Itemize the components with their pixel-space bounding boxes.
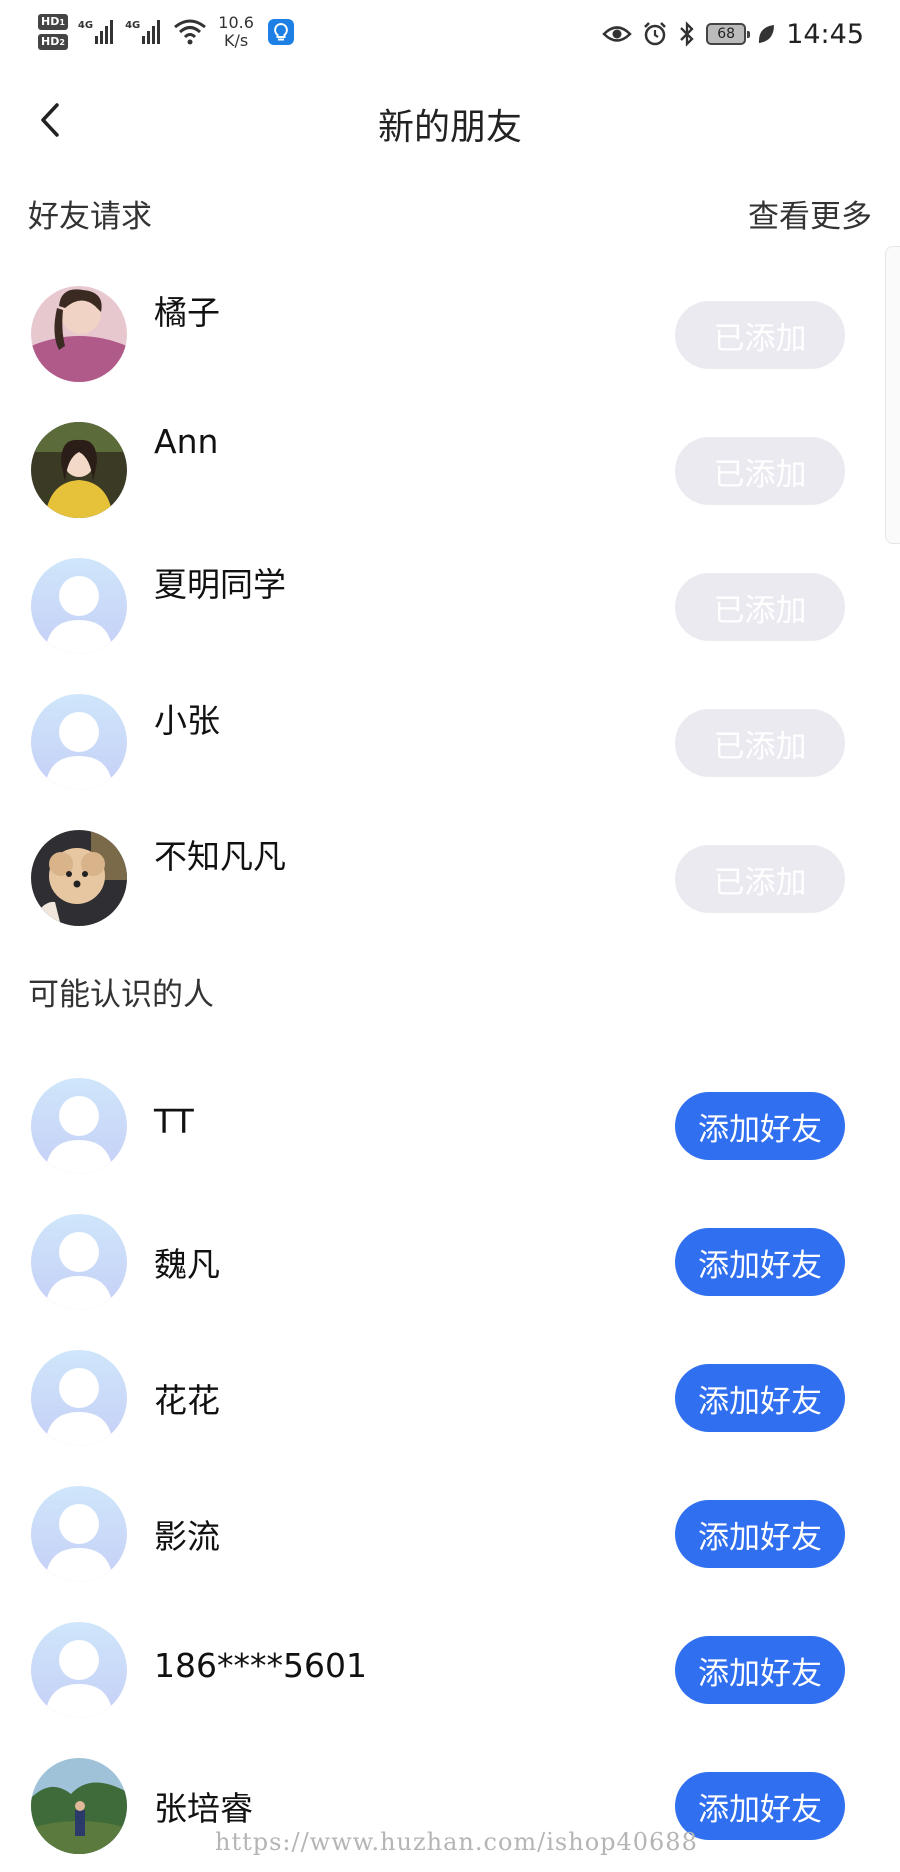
bluetooth-icon — [680, 21, 694, 47]
add-friend-button[interactable]: 添加好友 — [675, 1500, 845, 1568]
added-button: 已添加 — [675, 437, 845, 505]
add-friend-button[interactable]: 添加好友 — [675, 1092, 845, 1160]
avatar[interactable] — [31, 1078, 127, 1174]
avatar[interactable] — [31, 1350, 127, 1446]
nav-bar: 新的朋友 — [0, 70, 900, 170]
added-button: 已添加 — [675, 845, 845, 913]
signal-1-icon: 4G — [78, 20, 114, 44]
eye-icon — [602, 26, 632, 42]
avatar[interactable] — [31, 1486, 127, 1582]
signal-2-icon: 4G — [125, 20, 161, 44]
avatar[interactable] — [31, 1214, 127, 1310]
hd1-icon: HD1 — [38, 14, 68, 30]
clock: 14:45 — [786, 18, 864, 50]
hd2-icon: HD2 — [38, 34, 68, 50]
avatar[interactable] — [31, 1758, 127, 1854]
suggestions-label: 可能认识的人 — [28, 976, 214, 1013]
alarm-icon — [644, 22, 667, 46]
friend-request-row[interactable]: 夏明同学 已添加 — [0, 536, 900, 672]
page-title: 新的朋友 — [377, 107, 522, 148]
contact-name: 魏凡 — [154, 1245, 220, 1284]
friend-request-row[interactable]: 橘子 已添加 — [0, 264, 900, 400]
battery-icon: 68 — [706, 23, 751, 45]
suggestion-row[interactable]: 花花 添加好友 — [0, 1328, 900, 1464]
friend-request-row[interactable]: Ann 已添加 — [0, 400, 900, 536]
see-more-link[interactable]: 查看更多 — [748, 191, 872, 236]
suggestion-row[interactable]: TT 添加好友 — [0, 1056, 900, 1192]
contact-name: TT — [154, 1102, 194, 1141]
suggestion-row[interactable]: 魏凡 添加好友 — [0, 1192, 900, 1328]
net-speed: 10.6 K/s — [218, 13, 254, 50]
contact-name: 影流 — [154, 1517, 220, 1556]
contact-name: 橘子 — [154, 293, 220, 332]
avatar[interactable] — [31, 558, 127, 654]
avatar[interactable] — [31, 830, 127, 926]
suggestions-header: 可能认识的人 — [28, 966, 872, 1016]
friend-requests-label: 好友请求 — [28, 198, 152, 235]
friend-requests-header: 好友请求 查看更多 — [28, 188, 872, 238]
friend-request-row[interactable]: 小张 已添加 — [0, 672, 900, 808]
added-button: 已添加 — [675, 709, 845, 777]
contact-name: 花花 — [154, 1381, 220, 1420]
add-friend-button[interactable]: 添加好友 — [675, 1636, 845, 1704]
suggestion-row[interactable]: 186****5601 添加好友 — [0, 1600, 900, 1736]
status-bar: HD1 HD2 4G 4G 10.6 K/s 68 14:45 — [0, 0, 900, 70]
contact-name: 小张 — [154, 701, 220, 740]
avatar[interactable] — [31, 286, 127, 382]
contact-name: 不知凡凡 — [154, 837, 286, 876]
suggestion-row[interactable]: 影流 添加好友 — [0, 1464, 900, 1600]
add-friend-button[interactable]: 添加好友 — [675, 1228, 845, 1296]
lightbulb-icon — [267, 19, 294, 45]
contact-name: Ann — [154, 422, 219, 461]
suggestion-list: TT 添加好友 魏凡 添加好友 花花 添加好友 影流 添加好友 186****5601 添加好友张… — [0, 1056, 900, 1872]
contact-name: 张培睿 — [154, 1789, 253, 1828]
add-friend-button[interactable]: 添加好友 — [675, 1364, 845, 1432]
scrollbar[interactable] — [885, 246, 900, 544]
status-left: HD1 HD2 4G 4G 10.6 K/s — [38, 10, 294, 54]
avatar[interactable] — [31, 1622, 127, 1718]
wifi-icon — [174, 19, 207, 45]
friend-request-row[interactable]: 不知凡凡 已添加 — [0, 808, 900, 944]
add-friend-button[interactable]: 添加好友 — [675, 1772, 845, 1840]
hd-indicators: HD1 HD2 — [38, 14, 68, 50]
added-button: 已添加 — [675, 573, 845, 641]
avatar[interactable] — [31, 422, 127, 518]
friend-request-list: 橘子 已添加 Ann 已添加 夏明同学 已添加 小张 已添加 不知凡凡 已添加 — [0, 264, 900, 944]
contact-name: 夏明同学 — [154, 565, 286, 604]
leaf-icon — [759, 25, 775, 43]
avatar[interactable] — [31, 694, 127, 790]
contact-name: 186****5601 — [154, 1646, 367, 1685]
watermark: https://www.huzhan.com/ishop40688 — [215, 1828, 698, 1856]
status-right: 68 14:45 — [602, 14, 864, 54]
added-button: 已添加 — [675, 301, 845, 369]
